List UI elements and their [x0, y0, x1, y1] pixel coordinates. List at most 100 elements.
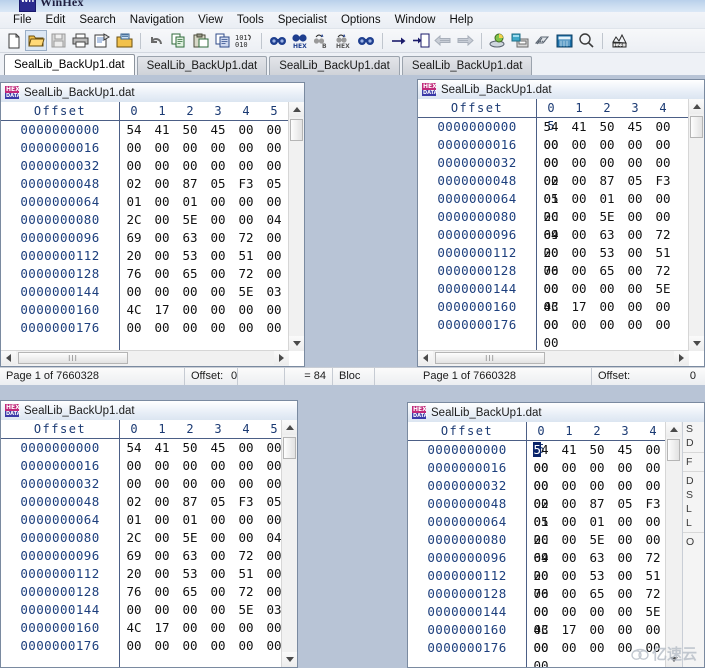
- hex-byte[interactable]: 00: [565, 226, 593, 244]
- hex-byte[interactable]: 00: [176, 319, 204, 337]
- hex-row[interactable]: 0000000144000000005E03: [1, 601, 297, 619]
- hex-byte[interactable]: 00: [555, 639, 583, 657]
- find-again-icon[interactable]: [355, 30, 377, 51]
- hex-row[interactable]: 0000000176000000000000: [1, 319, 304, 337]
- hex-byte[interactable]: F3: [232, 493, 260, 511]
- hex-row[interactable]: 0000000128760065007200: [408, 585, 681, 619]
- hex-byte[interactable]: 00: [621, 262, 649, 280]
- hex-byte[interactable]: 00: [260, 139, 288, 157]
- new-file-icon[interactable]: [3, 30, 25, 51]
- hex-byte[interactable]: 00: [621, 154, 649, 172]
- row-bytes[interactable]: 200053005100: [537, 244, 704, 278]
- vertical-scrollbar[interactable]: [665, 422, 681, 667]
- row-bytes[interactable]: 02008705F305: [120, 175, 288, 193]
- row-bytes[interactable]: 4C1700000000: [527, 621, 681, 655]
- hex-byte[interactable]: 54: [120, 439, 148, 457]
- ram-editor-icon[interactable]: [509, 30, 531, 51]
- hex-byte[interactable]: 00: [204, 457, 232, 475]
- hex-byte[interactable]: 45: [621, 118, 649, 136]
- hex-byte[interactable]: 00: [583, 459, 611, 477]
- binary-101-icon[interactable]: 101 010: [234, 30, 256, 51]
- hex-byte[interactable]: 00: [148, 157, 176, 175]
- hex-byte[interactable]: 00: [639, 639, 667, 657]
- hex-row[interactable]: 000000004802008705F305: [1, 493, 297, 511]
- hex-byte[interactable]: 53: [583, 567, 611, 585]
- hex-byte[interactable]: 5E: [593, 208, 621, 226]
- menu-item-specialist[interactable]: Specialist: [271, 13, 334, 27]
- hex-byte[interactable]: 00: [583, 621, 611, 639]
- hex-byte[interactable]: 00: [176, 637, 204, 655]
- find-hex-icon[interactable]: HEX: [289, 30, 311, 51]
- hex-byte[interactable]: 00: [232, 511, 260, 529]
- menu-item-edit[interactable]: Edit: [39, 13, 73, 27]
- hex-row[interactable]: 0000000064010001000000: [1, 193, 304, 211]
- row-bytes[interactable]: 2C005E000004: [527, 531, 681, 565]
- hex-byte[interactable]: 00: [555, 567, 583, 585]
- hex-row[interactable]: 0000000176000000000000: [408, 639, 681, 667]
- row-bytes[interactable]: 544150450000: [527, 441, 681, 475]
- hex-byte[interactable]: 72: [649, 226, 677, 244]
- hex-row[interactable]: 0000000096 690063007200: [1, 547, 297, 565]
- hex-byte[interactable]: 02: [527, 495, 555, 513]
- hex-byte[interactable]: 00: [649, 208, 677, 226]
- hex-window-bottom-right[interactable]: HEX DATA SealLib_BackUp1.dat Offset 01234…: [407, 402, 705, 668]
- hex-row[interactable]: 00000001604C1700000000: [418, 298, 704, 332]
- hex-byte[interactable]: 00: [639, 441, 667, 459]
- hex-byte[interactable]: 00: [537, 280, 565, 298]
- hex-byte[interactable]: 00: [527, 477, 555, 495]
- hex-byte[interactable]: 00: [148, 211, 176, 229]
- hex-editor-body[interactable]: Offset 012345 00000000005441504500000000…: [1, 102, 304, 366]
- hex-byte[interactable]: 00: [611, 621, 639, 639]
- hex-byte[interactable]: 00: [621, 298, 649, 316]
- menu-item-options[interactable]: Options: [334, 13, 388, 27]
- hex-byte[interactable]: 00: [176, 301, 204, 319]
- hex-byte[interactable]: 00: [555, 549, 583, 567]
- hex-byte[interactable]: 00: [555, 585, 583, 603]
- hex-row[interactable]: 0000000144000000005E03: [1, 283, 304, 301]
- hex-byte[interactable]: 00: [527, 639, 555, 657]
- hex-row[interactable]: 0000000064010001000000: [408, 513, 681, 547]
- row-bytes[interactable]: 544150450000: [120, 121, 288, 139]
- hex-byte[interactable]: 51: [232, 247, 260, 265]
- hex-byte[interactable]: 00: [204, 265, 232, 283]
- row-bytes[interactable]: 4C1700000000: [537, 298, 704, 332]
- hex-byte[interactable]: 63: [176, 547, 204, 565]
- hex-row[interactable]: 000000004802008705F305: [1, 175, 304, 193]
- hex-row[interactable]: 0000000032 000000000000: [1, 475, 297, 493]
- hex-byte[interactable]: 76: [120, 265, 148, 283]
- hex-byte[interactable]: 00: [148, 319, 176, 337]
- hex-byte[interactable]: 72: [232, 583, 260, 601]
- hex-byte[interactable]: 00: [176, 475, 204, 493]
- hex-byte[interactable]: 00: [120, 601, 148, 619]
- hex-byte[interactable]: 00: [555, 531, 583, 549]
- hex-byte[interactable]: 00: [232, 529, 260, 547]
- hex-row[interactable]: 0000000176000000000000: [1, 637, 297, 655]
- hex-byte[interactable]: 01: [120, 193, 148, 211]
- hex-byte[interactable]: 00: [148, 229, 176, 247]
- hex-byte[interactable]: 65: [583, 585, 611, 603]
- hex-rows-container[interactable]: 0000000000544150450000000000001600000000…: [408, 441, 681, 667]
- hex-byte[interactable]: 00: [593, 298, 621, 316]
- hex-byte[interactable]: 00: [204, 193, 232, 211]
- hex-byte[interactable]: 00: [260, 247, 288, 265]
- vertical-scroll-thumb[interactable]: [290, 119, 303, 141]
- hex-byte[interactable]: 50: [176, 439, 204, 457]
- hex-byte[interactable]: 02: [120, 175, 148, 193]
- hex-byte[interactable]: 00: [260, 121, 288, 139]
- vertical-scroll-thumb[interactable]: [690, 116, 703, 138]
- row-bytes[interactable]: 200053005100: [120, 247, 288, 265]
- hex-editor-body[interactable]: Offset 012345 00000000005441504500000000…: [408, 422, 681, 667]
- hex-byte[interactable]: 00: [565, 136, 593, 154]
- hex-byte[interactable]: 00: [649, 298, 677, 316]
- hex-byte[interactable]: 00: [555, 459, 583, 477]
- hex-byte[interactable]: 00: [611, 477, 639, 495]
- hex-byte[interactable]: 2C: [120, 211, 148, 229]
- hex-byte[interactable]: 00: [232, 211, 260, 229]
- hex-byte[interactable]: 45: [204, 439, 232, 457]
- hex-byte[interactable]: 00: [555, 477, 583, 495]
- hex-byte[interactable]: 05: [611, 495, 639, 513]
- hex-byte[interactable]: 00: [204, 247, 232, 265]
- document-tab-1[interactable]: SealLib_BackUp1.dat: [136, 56, 268, 75]
- hex-byte[interactable]: 00: [120, 319, 148, 337]
- hex-byte[interactable]: 02: [120, 493, 148, 511]
